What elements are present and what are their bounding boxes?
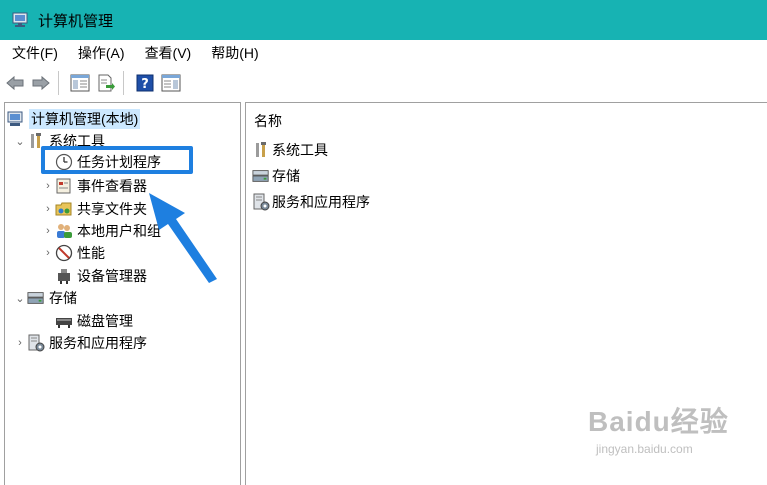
tree-item-event-viewer[interactable]: › 事件查看器 bbox=[41, 175, 147, 197]
export-list-icon bbox=[98, 74, 115, 92]
list-item[interactable]: 存储 bbox=[252, 165, 300, 187]
tree-item-services-apps[interactable]: › 服务和应用程序 bbox=[13, 332, 147, 354]
toolbar-separator bbox=[58, 71, 59, 95]
show-action-pane-button[interactable] bbox=[160, 72, 182, 94]
watermark: Baidu经验 jingyan.baidu.com bbox=[588, 400, 729, 456]
window-title: 计算机管理 bbox=[38, 12, 114, 30]
event-viewer-icon bbox=[55, 177, 73, 195]
show-hide-tree-icon bbox=[70, 74, 90, 92]
highlight-annotation bbox=[41, 146, 193, 174]
services-icon bbox=[252, 193, 270, 211]
expand-chevron-icon[interactable]: › bbox=[41, 203, 55, 215]
forward-button[interactable] bbox=[30, 72, 52, 94]
tree-item-device-manager[interactable]: 设备管理器 bbox=[41, 265, 147, 287]
menu-file[interactable]: 文件(F) bbox=[4, 40, 66, 66]
list-item-label: 存储 bbox=[272, 168, 300, 184]
tree-item-shared-folders[interactable]: › 共享文件夹 bbox=[41, 198, 147, 220]
users-icon bbox=[55, 222, 73, 240]
list-item-label: 系统工具 bbox=[272, 142, 328, 158]
collapse-chevron-icon[interactable]: ⌄ bbox=[13, 292, 27, 305]
svg-text:?: ? bbox=[141, 77, 149, 92]
help-button[interactable]: ? bbox=[134, 72, 156, 94]
tree-item-storage[interactable]: ⌄ 存储 bbox=[13, 287, 77, 309]
list-item[interactable]: 服务和应用程序 bbox=[252, 191, 370, 213]
help-icon: ? bbox=[136, 74, 154, 92]
tree-item-label: 磁盘管理 bbox=[77, 313, 133, 329]
navigation-tree[interactable]: 计算机管理(本地) ⌄ 系统工具 任务计划程序 › 事件查看器 › 共享文件夹 … bbox=[4, 102, 241, 485]
tree-item-label: 共享文件夹 bbox=[77, 201, 147, 217]
menu-view[interactable]: 查看(V) bbox=[137, 40, 200, 66]
computer-management-icon bbox=[7, 110, 25, 128]
shared-folder-icon bbox=[55, 200, 73, 218]
tree-item-label: 设备管理器 bbox=[77, 268, 147, 284]
column-header-name[interactable]: 名称 bbox=[254, 111, 282, 131]
storage-icon bbox=[252, 167, 270, 185]
tree-item-label: 计算机管理(本地) bbox=[29, 109, 141, 129]
expand-chevron-icon[interactable]: › bbox=[41, 225, 55, 237]
tree-item-label: 事件查看器 bbox=[77, 178, 147, 194]
storage-icon bbox=[27, 289, 45, 307]
title-bar: 计算机管理 bbox=[0, 0, 767, 40]
tree-item-disk-management[interactable]: 磁盘管理 bbox=[41, 310, 133, 332]
tree-item-local-users[interactable]: › 本地用户和组 bbox=[41, 220, 161, 242]
export-list-button[interactable] bbox=[95, 72, 117, 94]
tree-item-label: 性能 bbox=[77, 245, 105, 261]
watermark-url: jingyan.baidu.com bbox=[596, 442, 693, 456]
menu-help[interactable]: 帮助(H) bbox=[203, 40, 266, 66]
menu-action[interactable]: 操作(A) bbox=[70, 40, 133, 66]
tree-item-label: 服务和应用程序 bbox=[49, 335, 147, 351]
toolbar-separator bbox=[123, 71, 124, 95]
show-hide-tree-button[interactable] bbox=[69, 72, 91, 94]
back-button[interactable] bbox=[4, 72, 26, 94]
expand-chevron-icon[interactable]: › bbox=[41, 180, 55, 192]
pointer-arrow-annotation bbox=[149, 193, 217, 283]
tree-item-computer-management[interactable]: 计算机管理(本地) bbox=[7, 108, 141, 130]
menu-bar: 文件(F) 操作(A) 查看(V) 帮助(H) bbox=[0, 40, 767, 66]
tools-icon bbox=[252, 141, 270, 159]
performance-icon bbox=[55, 244, 73, 262]
device-manager-icon bbox=[55, 267, 73, 285]
watermark-brand: Baidu经验 bbox=[588, 406, 729, 437]
computer-management-icon bbox=[12, 12, 28, 27]
show-action-pane-icon bbox=[161, 74, 181, 92]
tree-item-performance[interactable]: › 性能 bbox=[41, 242, 105, 264]
back-icon bbox=[6, 75, 24, 91]
services-icon bbox=[27, 334, 45, 352]
list-item-label: 服务和应用程序 bbox=[272, 194, 370, 210]
forward-icon bbox=[32, 75, 50, 91]
list-item[interactable]: 系统工具 bbox=[252, 139, 328, 161]
toolbar: ? bbox=[0, 66, 767, 100]
disk-icon bbox=[55, 312, 73, 330]
expand-chevron-icon[interactable]: › bbox=[13, 337, 27, 349]
tree-item-label: 存储 bbox=[49, 290, 77, 306]
expand-chevron-icon[interactable]: › bbox=[41, 247, 55, 259]
collapse-chevron-icon[interactable]: ⌄ bbox=[13, 135, 27, 148]
